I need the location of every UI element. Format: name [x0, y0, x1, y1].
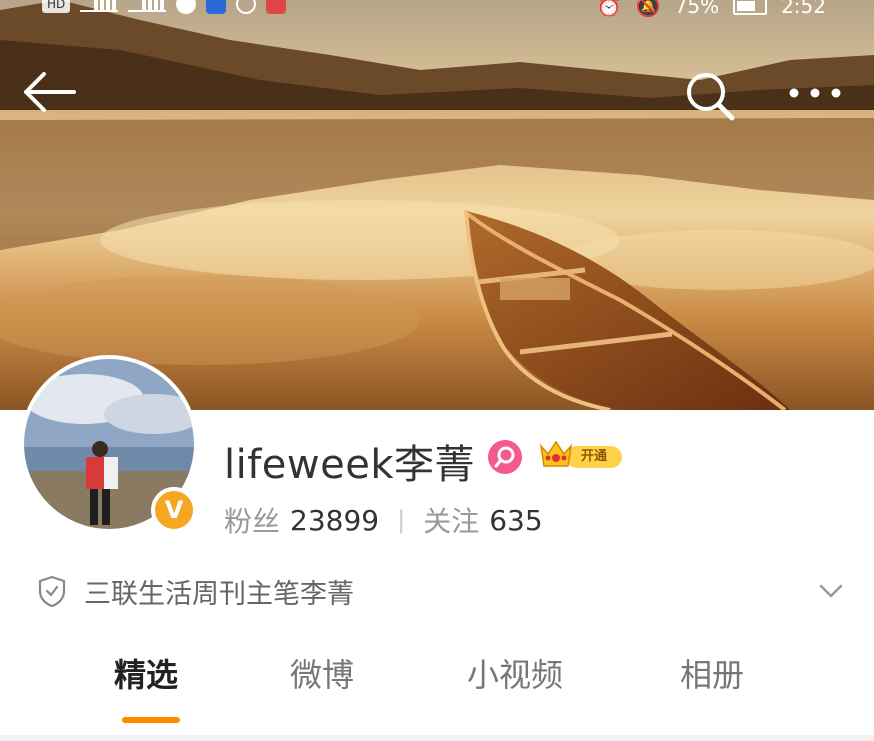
pink-search-badge[interactable]: [488, 440, 522, 474]
vip-badge[interactable]: 开通: [538, 434, 622, 474]
verified-badge: V: [151, 487, 197, 533]
tab-album[interactable]: 相册: [680, 650, 744, 696]
hd-badge: HD: [42, 0, 71, 13]
verification-row[interactable]: 三联生活周刊主笔李菁: [38, 570, 858, 612]
search-button[interactable]: [682, 68, 738, 124]
profile-stats: 粉丝 23899 | 关注 635: [224, 500, 543, 540]
tab-short-video[interactable]: 小视频: [467, 650, 563, 696]
username: lifeweek李菁: [224, 442, 476, 488]
vip-label: 开通: [566, 446, 622, 468]
verification-text: 三联生活周刊主笔李菁: [84, 578, 354, 610]
status-right: ⏰ 🔕 75% 2:52: [597, 0, 826, 18]
alarm-icon: ⏰: [596, 0, 622, 18]
signal-icon-2: [128, 0, 167, 12]
chevron-down-icon[interactable]: [816, 576, 846, 606]
cover-scene: [0, 0, 874, 410]
app-icon: [206, 0, 227, 14]
search-icon: [687, 73, 735, 121]
tab-weibo[interactable]: 微博: [290, 650, 354, 696]
shield-icon: [38, 575, 66, 607]
tab-selected[interactable]: 精选: [114, 650, 178, 696]
chat-icon: [176, 0, 197, 14]
battery-percent: 75%: [674, 0, 720, 18]
fans-label[interactable]: 粉丝: [224, 500, 280, 540]
status-time: 2:52: [781, 0, 826, 18]
back-button[interactable]: [22, 68, 78, 116]
crown-icon: [539, 440, 573, 467]
stats-divider: |: [397, 506, 406, 534]
following-count[interactable]: 635: [489, 504, 542, 537]
signal-icon: [80, 0, 119, 12]
profile-tabs: 精选 微博 小视频 相册: [0, 650, 874, 720]
red-app-icon: [266, 0, 287, 14]
status-left: HD: [42, 0, 287, 14]
cover-image[interactable]: [0, 0, 874, 410]
fans-count[interactable]: 23899: [290, 504, 379, 537]
arrow-left-icon: [24, 72, 76, 112]
status-bar: HD ⏰ 🔕 75% 2:52: [0, 0, 874, 26]
circle-app-icon: [236, 0, 257, 14]
search-badge-icon: [494, 446, 515, 468]
more-horizontal-icon: [789, 88, 841, 98]
tabs-bottom-divider: [0, 735, 874, 741]
profile-page: HD ⏰ 🔕 75% 2:52 V lifeweek李菁 开通 粉丝 23899…: [0, 0, 874, 741]
following-label[interactable]: 关注: [423, 500, 479, 540]
mute-icon: 🔕: [635, 0, 661, 18]
battery-icon: [733, 0, 768, 15]
more-button[interactable]: [780, 78, 850, 108]
active-tab-indicator: [122, 717, 180, 723]
